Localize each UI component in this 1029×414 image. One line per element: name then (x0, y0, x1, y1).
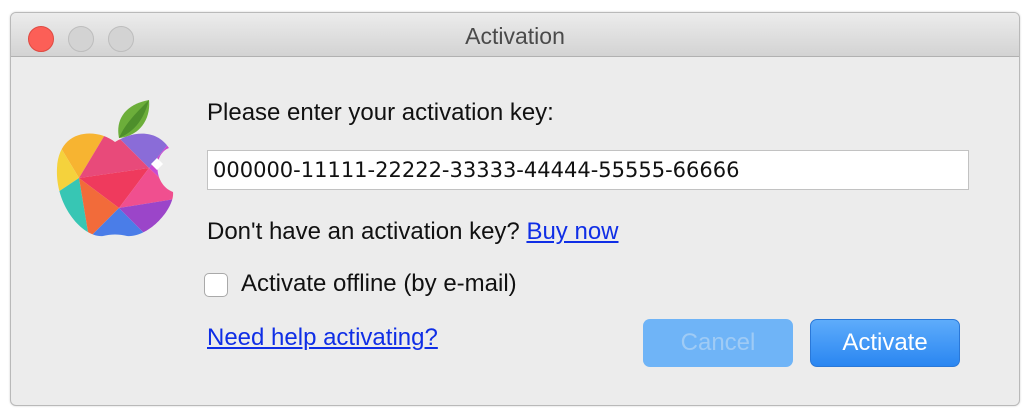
no-key-row: Don't have an activation key? Buy now (207, 218, 619, 246)
no-key-text: Don't have an activation key? (207, 218, 520, 245)
need-help-link[interactable]: Need help activating? (207, 324, 438, 352)
activate-offline-checkbox[interactable] (204, 273, 228, 297)
window-title: Activation (465, 23, 565, 49)
activate-offline-label[interactable]: Activate offline (by e-mail) (241, 270, 517, 298)
activation-prompt: Please enter your activation key: (207, 99, 554, 126)
title-bar: Activation (11, 13, 1019, 57)
cancel-button[interactable]: Cancel (643, 319, 793, 367)
activation-window: Activation Please enter your activation … (10, 12, 1020, 406)
activate-button[interactable]: Activate (810, 319, 960, 367)
activation-key-input[interactable] (207, 150, 969, 190)
buy-now-link[interactable]: Buy now (526, 218, 618, 245)
polygon-apple-logo-icon (56, 100, 174, 237)
